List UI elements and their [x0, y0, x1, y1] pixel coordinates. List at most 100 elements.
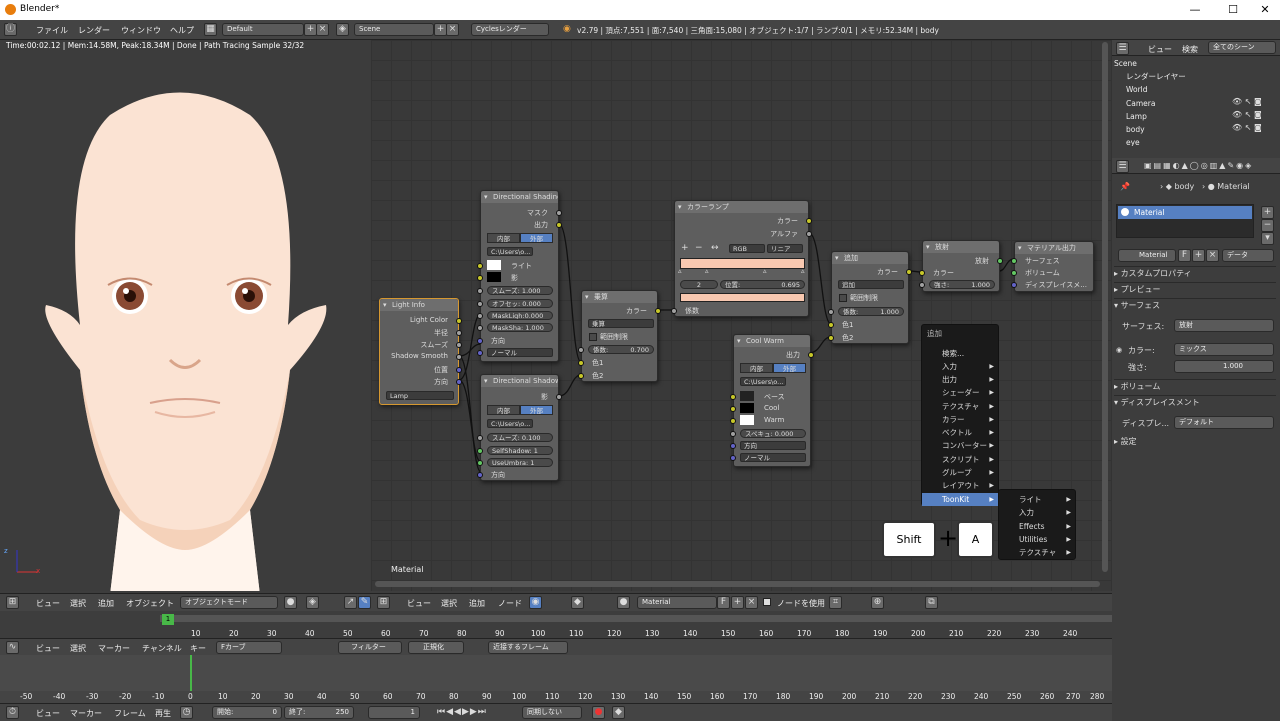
menu-add[interactable]: 追加	[469, 598, 485, 609]
stop-marker-icon[interactable]: ▵	[678, 267, 682, 275]
socket[interactable]	[477, 460, 483, 466]
socket[interactable]	[730, 443, 736, 449]
smooth-field[interactable]: スムーズ: 1.000	[487, 286, 553, 295]
context-tabs-icons[interactable]: ▣▤▦◐▲◯◎▥▲✎◉◈	[1144, 161, 1253, 170]
strength-field[interactable]: 1.000	[1174, 360, 1274, 373]
menu-view[interactable]: ビュー	[407, 598, 431, 609]
displacement-select[interactable]: デフォルト	[1174, 416, 1274, 429]
minimize-button[interactable]: —	[1180, 2, 1210, 18]
menu-marker[interactable]: マーカー	[98, 643, 130, 654]
socket[interactable]	[808, 352, 814, 358]
socket[interactable]	[730, 394, 736, 400]
shading-icon[interactable]: ●	[284, 596, 297, 609]
factor-field[interactable]: 係数: 1.000	[838, 307, 904, 316]
menu-item-texture[interactable]: テクスチャ ▶	[922, 400, 998, 413]
socket[interactable]	[456, 354, 462, 360]
use-nodes-label[interactable]: ノードを使用	[777, 598, 825, 609]
mode-select[interactable]: オブジェクトモード	[180, 596, 278, 609]
tab-internal[interactable]: 内部	[487, 405, 520, 415]
socket[interactable]	[806, 218, 812, 224]
direction-select[interactable]: 方向	[740, 441, 806, 450]
material-unlink-icon[interactable]: ×	[1206, 249, 1219, 262]
clamp-checkbox[interactable]: 範囲制限	[850, 293, 878, 303]
copy-icon[interactable]: ⧉	[925, 596, 938, 609]
breadcrumb-body[interactable]: › ◆ body	[1160, 182, 1194, 191]
layout-select[interactable]: Default	[222, 23, 304, 36]
menu-key[interactable]: キー	[190, 643, 206, 654]
tab-external[interactable]: 外部	[520, 405, 553, 415]
menu-add[interactable]: 追加	[98, 598, 114, 609]
submenu-item-light[interactable]: ライト ▶	[999, 493, 1075, 506]
material-select[interactable]: Material	[637, 596, 717, 609]
script-path[interactable]: C:\Users\o...	[487, 247, 533, 256]
current-frame-indicator[interactable]: 1	[162, 614, 174, 625]
directional-shading-node[interactable]: Directional Shading マスク 出力 内部 外部 C:\User…	[477, 190, 562, 362]
socket[interactable]	[456, 342, 462, 348]
socket[interactable]	[906, 269, 912, 275]
menu-item-toonkit[interactable]: ToonKit ▶	[922, 493, 998, 506]
fake-user-button[interactable]: F	[1178, 249, 1191, 262]
socket[interactable]	[655, 308, 661, 314]
socket[interactable]	[671, 308, 677, 314]
stop-color-swatch[interactable]	[680, 293, 805, 302]
socket[interactable]	[730, 455, 736, 461]
checkbox-icon[interactable]	[589, 333, 597, 341]
material-add-icon[interactable]: +	[731, 596, 744, 609]
socket[interactable]	[806, 231, 812, 237]
panel-displacement[interactable]: ▾ ディスプレイスメント	[1114, 395, 1276, 408]
menu-object[interactable]: オブジェクト	[126, 598, 174, 609]
socket[interactable]	[556, 394, 562, 400]
position-field[interactable]: 位置: 0.695	[720, 280, 805, 289]
tab-internal[interactable]: 内部	[487, 233, 520, 243]
interpolation-select[interactable]: リニア	[767, 244, 803, 253]
menu-item-output[interactable]: 出力 ▶	[922, 373, 998, 386]
menu-help[interactable]: ヘルプ	[170, 25, 194, 36]
layout-remove-icon[interactable]: ×	[316, 23, 329, 36]
light-color-swatch[interactable]	[487, 260, 501, 270]
useumbra-field[interactable]: UseUmbra: 1	[487, 458, 553, 467]
menu-marker[interactable]: マーカー	[70, 708, 102, 719]
socket[interactable]	[456, 379, 462, 385]
blend-mode-select[interactable]: 追加	[838, 280, 904, 289]
menu-item-group[interactable]: グループ ▶	[922, 466, 998, 479]
record-icon[interactable]: ●	[592, 706, 605, 719]
eye-visibility-icon[interactable]: 👁 ↖ ◙	[1232, 110, 1262, 119]
eye-visibility-icon[interactable]: 👁 ↖ ◙	[1232, 123, 1262, 132]
socket[interactable]	[456, 367, 462, 373]
specular-field[interactable]: スペキュ: 0.000	[740, 429, 806, 438]
scene-icon[interactable]: ◈	[336, 23, 349, 36]
menu-select[interactable]: 選択	[70, 598, 86, 609]
socket[interactable]	[477, 435, 483, 441]
outliner-row-eye[interactable]: eye	[1112, 136, 1280, 146]
outliner-view-menu[interactable]: ビュー	[1148, 44, 1172, 55]
fake-user-button[interactable]: F	[717, 596, 730, 609]
properties-editor-icon[interactable]: ☰	[1116, 160, 1129, 173]
socket[interactable]	[1011, 258, 1017, 264]
socket[interactable]	[456, 318, 462, 324]
menu-item-shader[interactable]: シェーダー ▶	[922, 386, 998, 399]
lamp-select[interactable]: Lamp	[386, 391, 454, 400]
socket[interactable]	[477, 325, 483, 331]
translate-icon[interactable]: ✎	[358, 596, 371, 609]
socket[interactable]	[477, 448, 483, 454]
socket[interactable]	[477, 338, 483, 344]
menu-select[interactable]: 選択	[441, 598, 457, 609]
editor-type-icon[interactable]: ⓘ	[4, 23, 17, 36]
slot-menu-icon[interactable]: ▾	[1261, 232, 1274, 245]
panel-volume[interactable]: ▸ ボリューム	[1114, 379, 1276, 392]
color-ramp-node[interactable]: カラーランプ カラー アルファ + − ↔ RGB リニア ▵ ▵ ▵ ▵ 2 …	[671, 200, 812, 317]
socket[interactable]	[730, 431, 736, 437]
material-name-field[interactable]: Material	[1118, 249, 1176, 262]
editor-type-icon[interactable]: ∿	[6, 641, 19, 654]
tab-internal[interactable]: 内部	[740, 363, 773, 373]
socket[interactable]	[919, 270, 925, 276]
scene-remove-icon[interactable]: ×	[446, 23, 459, 36]
outliner-row-scene[interactable]: Scene	[1112, 57, 1280, 70]
material-output-node[interactable]: マテリアル出力 サーフェス ボリューム ディスプレイスメ...	[1011, 241, 1094, 292]
outliner-display-select[interactable]: 全てのシーン	[1208, 41, 1276, 54]
masklight-field[interactable]: MaskLigh:0.000	[487, 311, 553, 320]
socket[interactable]	[919, 282, 925, 288]
submenu-item-input[interactable]: 入力 ▶	[999, 506, 1075, 519]
layout-icon[interactable]: ▦	[204, 23, 217, 36]
socket[interactable]	[828, 322, 834, 328]
